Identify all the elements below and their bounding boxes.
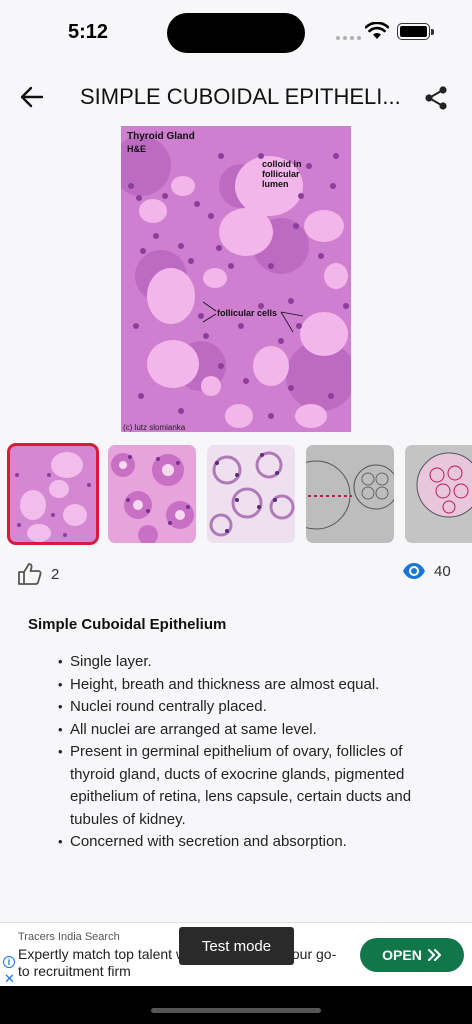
status-time: 5:12 bbox=[68, 21, 109, 43]
views-counter: 40 bbox=[402, 562, 451, 580]
description-section: Simple Cuboidal Epithelium Single layer.… bbox=[28, 610, 448, 854]
bullet-item: Single layer. bbox=[58, 651, 448, 674]
page-title: SIMPLE CUBOIDAL EPITHELI... bbox=[80, 84, 400, 109]
like-button[interactable]: 2 bbox=[17, 562, 59, 586]
double-chevron-right-icon bbox=[427, 949, 441, 961]
thumbnail-2[interactable] bbox=[108, 445, 196, 543]
close-icon[interactable]: ✕ bbox=[4, 971, 15, 987]
micrograph-stain-label: H&E bbox=[127, 144, 147, 154]
thumbnail-strip bbox=[0, 443, 472, 545]
stats-row: 2 40 bbox=[0, 560, 472, 592]
signal-icon bbox=[336, 36, 361, 40]
ad-open-label: OPEN bbox=[382, 947, 422, 963]
back-arrow-icon[interactable] bbox=[18, 83, 46, 111]
share-icon[interactable] bbox=[422, 84, 450, 112]
hero-micrograph[interactable]: Thyroid Gland H&E colloid in follicular … bbox=[121, 126, 351, 432]
thumbnail-3[interactable] bbox=[207, 445, 295, 543]
thumbnail-5[interactable] bbox=[405, 445, 472, 543]
bullet-item: All nuclei are arranged at same level. bbox=[58, 719, 448, 742]
home-indicator[interactable] bbox=[151, 1008, 321, 1013]
thumbnail-1[interactable] bbox=[7, 443, 99, 545]
bullet-item: Nuclei round centrally placed. bbox=[58, 696, 448, 719]
app-header: SIMPLE CUBOIDAL EPITHELI... bbox=[0, 72, 472, 120]
view-count: 40 bbox=[434, 562, 451, 580]
micrograph-colloid-label: colloid in follicular lumen bbox=[262, 159, 302, 189]
info-icon[interactable]: i bbox=[3, 956, 15, 968]
eye-icon bbox=[403, 563, 425, 579]
bullet-item: Height, breath and thickness are almost … bbox=[58, 674, 448, 697]
battery-icon bbox=[397, 23, 434, 40]
micrograph-title-label: Thyroid Gland bbox=[127, 131, 195, 142]
bullet-item: Present in germinal epithelium of ovary,… bbox=[58, 741, 448, 831]
description-heading: Simple Cuboidal Epithelium bbox=[28, 616, 227, 633]
ad-open-button[interactable]: OPEN bbox=[360, 938, 464, 972]
wifi-icon bbox=[365, 22, 389, 39]
ad-source: Tracers India Search bbox=[18, 931, 120, 943]
bullet-item: Concerned with secretion and absorption. bbox=[58, 831, 448, 854]
status-bar: 5:12 bbox=[0, 0, 472, 62]
thumbs-up-icon bbox=[18, 563, 42, 585]
micrograph-credit: (c) lutz slomianka bbox=[123, 423, 186, 432]
like-count: 2 bbox=[51, 565, 60, 583]
test-mode-badge: Test mode bbox=[179, 927, 294, 965]
system-nav-bar bbox=[0, 986, 472, 1024]
micrograph-cells-label: follicular cells bbox=[217, 308, 278, 318]
bullet-list: Single layer. Height, breath and thickne… bbox=[28, 651, 448, 854]
thumbnail-4[interactable] bbox=[306, 445, 394, 543]
dynamic-island bbox=[167, 13, 305, 53]
